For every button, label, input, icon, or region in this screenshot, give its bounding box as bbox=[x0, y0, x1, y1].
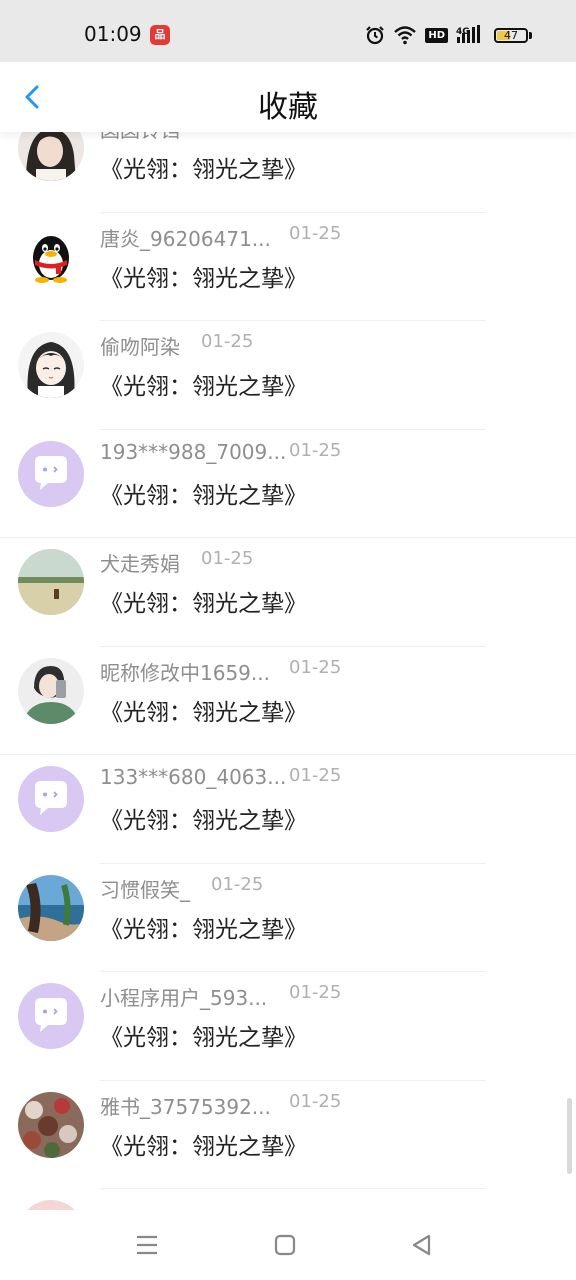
item-date: 01-25 bbox=[289, 982, 342, 1003]
item-date: 01-25 bbox=[201, 331, 254, 352]
default-chat-avatar-icon bbox=[18, 440, 84, 507]
list-item[interactable]: 小程序用户_593... 01-25 《光翎：翎光之挚》 bbox=[0, 972, 576, 1081]
item-date: 01-25 bbox=[289, 1090, 342, 1112]
avatar[interactable] bbox=[18, 549, 84, 615]
wifi-icon bbox=[394, 26, 417, 45]
girl-photo-avatar-icon bbox=[18, 132, 84, 181]
hd-badge: HD bbox=[425, 27, 448, 43]
default-chat-avatar-icon bbox=[18, 766, 84, 832]
avatar[interactable] bbox=[18, 874, 84, 941]
back-triangle-icon bbox=[412, 1234, 431, 1256]
qq-penguin-avatar-icon bbox=[18, 223, 84, 290]
item-username: 雅书_37575392... bbox=[100, 1094, 271, 1119]
item-username: 193***988_7009... bbox=[100, 439, 287, 464]
status-time: 01:09 bbox=[84, 22, 142, 46]
item-title[interactable]: 《光翎：翎光之挚》 bbox=[100, 801, 307, 835]
flowers-avatar-icon bbox=[18, 1091, 84, 1158]
battery-level: 47 bbox=[504, 28, 518, 42]
item-title[interactable]: 《光翎：翎光之挚》 bbox=[100, 259, 307, 293]
alarm-icon bbox=[366, 26, 385, 45]
item-date: 01-25 bbox=[201, 132, 253, 135]
item-title[interactable]: 《光翎：翎光之挚》 bbox=[100, 584, 307, 618]
item-title[interactable]: 《光翎：翎光之挚》 bbox=[100, 693, 307, 727]
list-item[interactable]: 囡囡铃铛 01-25 《光翎：翎光之挚》 bbox=[0, 132, 576, 213]
item-date: 01-25 bbox=[289, 222, 342, 244]
system-nav-bar bbox=[0, 1210, 576, 1280]
item-title[interactable]: 《光翎：翎光之挚》 bbox=[100, 1127, 307, 1161]
list-item[interactable]: 犬走秀娟 01-25 《光翎：翎光之挚》 bbox=[0, 538, 576, 647]
avatar[interactable] bbox=[18, 766, 84, 832]
item-username: 133***680_4063... bbox=[100, 765, 287, 789]
list-item[interactable]: 偷吻阿染 01-25 《光翎：翎光之挚》 bbox=[0, 321, 576, 430]
item-date: 01-25 bbox=[201, 548, 254, 569]
favorites-list[interactable]: 囡囡铃铛 01-25 《光翎：翎光之挚》 bbox=[0, 132, 576, 1212]
avatar[interactable] bbox=[18, 223, 84, 290]
status-bar: 01:09 品 HD 4G 47 bbox=[0, 0, 576, 62]
signal-icon: 4G bbox=[456, 25, 480, 43]
item-username: 犬走秀娟 bbox=[100, 552, 180, 576]
item-title[interactable]: 《光翎：翎光之挚》 bbox=[100, 1018, 307, 1052]
list-item[interactable]: 133***680_4063... 01-25 《光翎：翎光之挚》 bbox=[0, 755, 576, 864]
battery-icon: 47 bbox=[494, 27, 528, 43]
item-title[interactable]: 《光翎：翎光之挚》 bbox=[100, 367, 307, 401]
avatar[interactable] bbox=[18, 132, 84, 181]
battery-tip bbox=[529, 31, 532, 39]
anime-girl-avatar-icon bbox=[18, 332, 84, 398]
avatar[interactable] bbox=[18, 440, 84, 507]
item-title[interactable]: 《光翎：翎光之挚》 bbox=[100, 910, 307, 944]
avatar[interactable] bbox=[18, 332, 84, 398]
home-button[interactable] bbox=[270, 1230, 300, 1260]
menu-button[interactable] bbox=[132, 1230, 162, 1260]
selfie-avatar-icon bbox=[18, 657, 84, 724]
list-item[interactable] bbox=[0, 1189, 576, 1212]
home-icon bbox=[274, 1234, 296, 1256]
item-date: 01-25 bbox=[289, 765, 342, 786]
back-nav-button[interactable] bbox=[406, 1230, 436, 1260]
item-username: 囡囡铃铛 bbox=[100, 132, 180, 143]
header: 收藏 bbox=[0, 62, 576, 132]
list-item[interactable]: 193***988_7009... 01-25 《光翎：翎光之挚》 bbox=[0, 430, 576, 538]
beach-avatar-icon bbox=[18, 874, 84, 941]
item-title[interactable]: 《光翎：翎光之挚》 bbox=[100, 150, 307, 184]
item-username: 昵称修改中1659... bbox=[100, 660, 270, 685]
item-date: 01-25 bbox=[289, 439, 342, 461]
avatar[interactable] bbox=[18, 983, 84, 1049]
item-date: 01-25 bbox=[211, 873, 264, 895]
default-chat-avatar-icon bbox=[18, 983, 84, 1049]
list-item[interactable]: 雅书_37575392... 01-25 《光翎：翎光之挚》 bbox=[0, 1081, 576, 1189]
scrollbar-thumb[interactable] bbox=[567, 1098, 572, 1174]
page-title: 收藏 bbox=[258, 90, 318, 125]
list-item[interactable]: 唐炎_96206471... 01-25 《光翎：翎光之挚》 bbox=[0, 213, 576, 321]
avatar[interactable] bbox=[18, 657, 84, 724]
item-username: 偷吻阿染 bbox=[100, 335, 180, 359]
list-item[interactable]: 昵称修改中1659... 01-25 《光翎：翎光之挚》 bbox=[0, 647, 576, 755]
item-date: 01-25 bbox=[289, 656, 342, 678]
item-username: 小程序用户_593... bbox=[100, 986, 268, 1010]
list-item[interactable]: 习惯假笑_ 01-25 《光翎：翎光之挚》 bbox=[0, 864, 576, 972]
item-username: 唐炎_96206471... bbox=[100, 226, 271, 251]
status-icons: HD 4G 47 bbox=[365, 24, 532, 46]
app-notification-icon: 品 bbox=[150, 25, 170, 45]
item-title[interactable]: 《光翎：翎光之挚》 bbox=[100, 476, 307, 510]
menu-icon bbox=[137, 1235, 157, 1255]
item-username: 习惯假笑_ bbox=[100, 877, 190, 902]
avatar[interactable] bbox=[18, 1091, 84, 1158]
landscape-avatar-icon bbox=[18, 549, 84, 615]
